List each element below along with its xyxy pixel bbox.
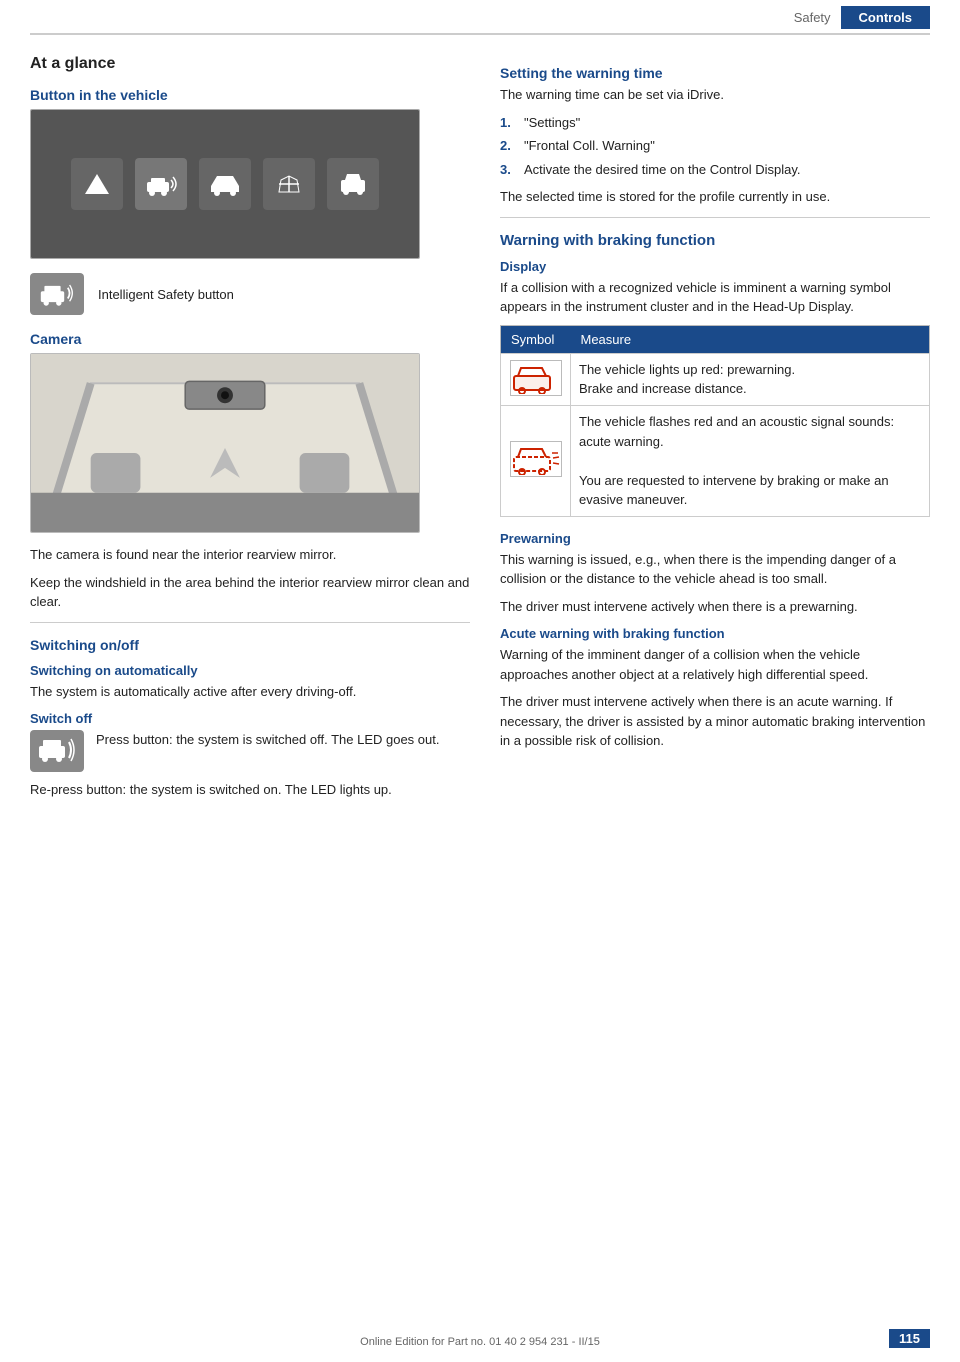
camera-para2: Keep the windshield in the area behind t… bbox=[30, 573, 470, 612]
measure-2-line2: You are requested to intervene by brakin… bbox=[579, 473, 889, 508]
step-2-num: 2. bbox=[500, 136, 516, 156]
footer-text: Online Edition for Part no. 01 40 2 954 … bbox=[360, 1336, 600, 1348]
table-row-2-icon bbox=[501, 406, 571, 517]
selected-time-para: The selected time is stored for the prof… bbox=[500, 187, 930, 207]
left-column: At a glance Button in the vehicle bbox=[30, 55, 470, 808]
table-row-2: The vehicle flashes red and an acoustic … bbox=[501, 406, 930, 517]
car-buttons-image-inner bbox=[31, 110, 419, 258]
display-label: Display bbox=[500, 259, 930, 274]
camera-image-inner bbox=[31, 354, 419, 532]
isb-icon bbox=[30, 273, 84, 315]
button-in-vehicle-title: Button in the vehicle bbox=[30, 87, 470, 103]
step-1-num: 1. bbox=[500, 113, 516, 133]
table-row-2-measure: The vehicle flashes red and an acoustic … bbox=[571, 406, 930, 517]
right-column: Setting the warning time The warning tim… bbox=[500, 55, 930, 808]
measure-2-line1: The vehicle flashes red and an acoustic … bbox=[579, 414, 894, 449]
step-3-text: Activate the desired time on the Control… bbox=[524, 160, 801, 180]
measure-1-line2: Brake and increase distance. bbox=[579, 381, 747, 396]
footer: Online Edition for Part no. 01 40 2 954 … bbox=[0, 1336, 960, 1348]
car-warning-icon-2 bbox=[510, 441, 562, 477]
warning-braking-title: Warning with braking function bbox=[500, 232, 930, 249]
page-number: 115 bbox=[889, 1329, 930, 1348]
table-row-1: The vehicle lights up red: prewarning. B… bbox=[501, 353, 930, 406]
main-content: At a glance Button in the vehicle bbox=[0, 35, 960, 828]
switching-auto-para: The system is automatically active after… bbox=[30, 682, 470, 702]
switch-off-row: Press button: the system is switched off… bbox=[30, 730, 470, 772]
page-header: Safety Controls bbox=[30, 0, 930, 35]
header-controls-label: Controls bbox=[841, 6, 930, 29]
prewarning-para2: The driver must intervene actively when … bbox=[500, 597, 930, 617]
setting-para: The warning time can be set via iDrive. bbox=[500, 85, 930, 105]
at-a-glance-title: At a glance bbox=[30, 55, 470, 73]
acute-para2: The driver must intervene actively when … bbox=[500, 692, 930, 751]
car-warning-icon-1 bbox=[510, 360, 562, 396]
header-safety-label: Safety bbox=[794, 10, 831, 25]
isb-label: Intelligent Safety button bbox=[98, 287, 234, 302]
acute-warning-label: Acute warning with braking function bbox=[500, 626, 930, 641]
warning-table: Symbol Measure bbox=[500, 325, 930, 517]
step-2: 2. "Frontal Coll. Warning" bbox=[500, 136, 930, 156]
step-3-num: 3. bbox=[500, 160, 516, 180]
measure-1-line1: The vehicle lights up red: prewarning. bbox=[579, 362, 795, 377]
prewarning-para1: This warning is issued, e.g., when there… bbox=[500, 550, 930, 589]
step-3: 3. Activate the desired time on the Cont… bbox=[500, 160, 930, 180]
camera-image bbox=[30, 353, 420, 533]
numbered-list: 1. "Settings" 2. "Frontal Coll. Warning"… bbox=[500, 113, 930, 180]
table-row-1-icon bbox=[501, 353, 571, 406]
step-1: 1. "Settings" bbox=[500, 113, 930, 133]
table-header-symbol: Symbol bbox=[501, 325, 571, 353]
camera-title: Camera bbox=[30, 331, 470, 347]
table-header-measure: Measure bbox=[571, 325, 930, 353]
prewarning-label: Prewarning bbox=[500, 531, 930, 546]
acute-para1: Warning of the imminent danger of a coll… bbox=[500, 645, 930, 684]
display-para: If a collision with a recognized vehicle… bbox=[500, 278, 930, 317]
switch-off-title: Switch off bbox=[30, 711, 470, 726]
isb-row: Intelligent Safety button bbox=[30, 273, 470, 315]
switching-on-off-title: Switching on/off bbox=[30, 637, 470, 653]
step-1-text: "Settings" bbox=[524, 113, 580, 133]
switching-on-auto-title: Switching on automatically bbox=[30, 663, 470, 678]
step-2-text: "Frontal Coll. Warning" bbox=[524, 136, 655, 156]
repress-para: Re-press button: the system is switched … bbox=[30, 780, 470, 800]
switch-off-icon bbox=[30, 730, 84, 772]
table-row-1-measure: The vehicle lights up red: prewarning. B… bbox=[571, 353, 930, 406]
switch-off-para: Press button: the system is switched off… bbox=[96, 730, 439, 750]
camera-para1: The camera is found near the interior re… bbox=[30, 545, 470, 565]
car-buttons-image bbox=[30, 109, 420, 259]
setting-warning-time-title: Setting the warning time bbox=[500, 65, 930, 81]
